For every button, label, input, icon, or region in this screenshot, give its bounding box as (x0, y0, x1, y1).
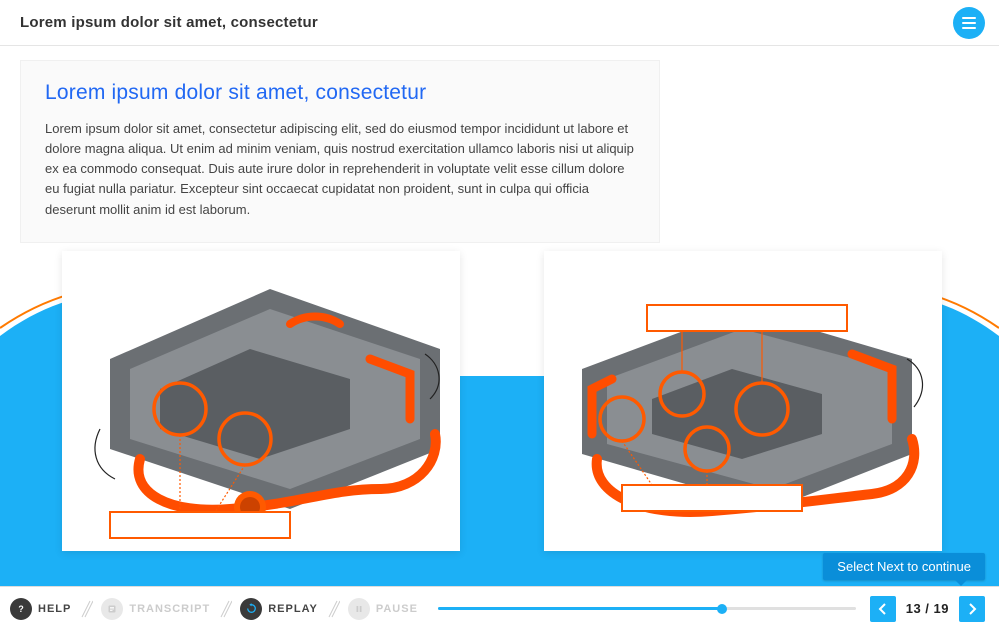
transcript-button[interactable]: TRANSCRIPT (101, 598, 210, 620)
svg-text:?: ? (18, 603, 23, 613)
page-title: Lorem ipsum dolor sit amet, consectetur (20, 14, 318, 31)
menu-button[interactable] (953, 7, 985, 39)
callout-label-box (647, 305, 847, 331)
replay-button[interactable]: REPLAY (240, 598, 318, 620)
progress-fill (438, 607, 722, 610)
replay-label: REPLAY (268, 603, 318, 615)
header: Lorem ipsum dolor sit amet, consectetur (0, 0, 999, 46)
next-button[interactable] (959, 596, 985, 622)
transcript-label: TRANSCRIPT (129, 603, 210, 615)
callout-label-box (622, 485, 802, 511)
separator (77, 598, 95, 620)
page-counter: 13 / 19 (906, 601, 949, 616)
content-card: Lorem ipsum dolor sit amet, consectetur … (20, 60, 660, 243)
progress-handle[interactable] (717, 604, 727, 614)
hamburger-icon (962, 17, 976, 19)
footer: ? HELP TRANSCRIPT REPLAY PAUSE 1 (0, 586, 999, 630)
next-hint-tooltip: Select Next to continue (823, 553, 985, 580)
diagram-panel-right (544, 251, 942, 551)
content-heading: Lorem ipsum dolor sit amet, consectetur (45, 81, 635, 105)
page-navigation: 13 / 19 (870, 596, 985, 622)
pause-button[interactable]: PAUSE (348, 598, 418, 620)
prev-button[interactable] (870, 596, 896, 622)
machine-illustration (582, 309, 922, 512)
diagram-panel-left (62, 251, 460, 551)
help-label: HELP (38, 603, 71, 615)
machine-illustration (95, 289, 440, 523)
separator (216, 598, 234, 620)
help-icon: ? (10, 598, 32, 620)
callout-label-box (110, 512, 290, 538)
content-body: Lorem ipsum dolor sit amet, consectetur … (45, 119, 635, 220)
replay-icon (240, 598, 262, 620)
pause-icon (348, 598, 370, 620)
separator (324, 598, 342, 620)
pause-label: PAUSE (376, 603, 418, 615)
stage: Lorem ipsum dolor sit amet, consectetur … (0, 46, 999, 586)
transcript-icon (101, 598, 123, 620)
progress-bar[interactable] (438, 607, 856, 610)
help-button[interactable]: ? HELP (10, 598, 71, 620)
